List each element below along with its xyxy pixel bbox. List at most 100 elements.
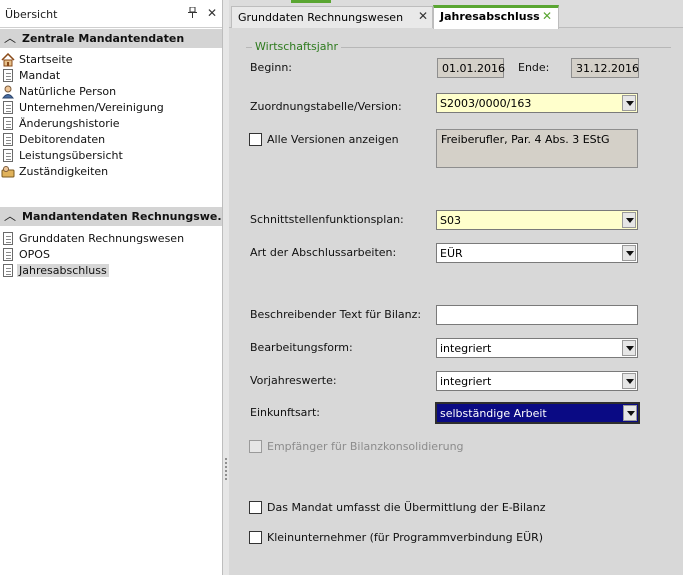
jahresabschluss-form: Wirtschaftsjahr Beginn: 01.01.2016 Ende:…	[229, 29, 683, 575]
overview-pane: Übersicht ✕ ︿ Zentrale Mandantendaten St…	[0, 0, 230, 575]
responsibility-icon	[1, 165, 15, 179]
beginn-field: 01.01.2016	[437, 58, 505, 78]
sidebar-item-label: Grunddaten Rechnungswesen	[19, 232, 185, 245]
chevron-down-icon[interactable]	[622, 95, 636, 111]
group-title-wirtschaftsjahr: Wirtschaftsjahr	[252, 40, 342, 53]
pane-header: Übersicht ✕	[0, 0, 222, 28]
alle-versionen-checkbox[interactable]	[249, 133, 262, 146]
zuordnung-select[interactable]: S2003/0000/163	[436, 93, 638, 113]
main-content: Grunddaten Rechnungswesen ✕ Jahresabschl…	[229, 0, 683, 575]
version-description-box: Freiberufler, Par. 4 Abs. 3 EStG	[436, 129, 638, 168]
sidebar-item-label: Jahresabschluss	[17, 264, 109, 277]
beginn-label: Beginn:	[250, 61, 293, 74]
art-value: EÜR	[440, 247, 463, 260]
sidebar-item-debitorendaten[interactable]: Debitorendaten	[0, 132, 222, 148]
schnittstellen-select[interactable]: S03	[436, 210, 638, 230]
close-icon[interactable]: ✕	[207, 6, 217, 20]
schnittstellen-label: Schnittstellenfunktionsplan:	[250, 213, 404, 226]
beschreibender-label: Beschreibender Text für Bilanz:	[250, 308, 422, 321]
sidebar-item-startseite[interactable]: Startseite	[0, 52, 222, 68]
collapse-chevron-icon[interactable]: ︿	[4, 208, 16, 224]
ebilanz-checkbox[interactable]	[249, 501, 262, 514]
einkunftsart-value: selbständige Arbeit	[440, 407, 547, 420]
tab-strip: Grunddaten Rechnungswesen ✕ Jahresabschl…	[229, 0, 683, 29]
chevron-down-icon[interactable]	[622, 373, 636, 389]
section-title: Zentrale Mandantendaten	[22, 32, 185, 45]
section-zentrale-mandantendaten[interactable]: ︿ Zentrale Mandantendaten	[0, 29, 222, 48]
zuordnung-label: Zuordnungstabelle/Version:	[250, 100, 402, 113]
sidebar-item-label: Natürliche Person	[19, 85, 117, 98]
collapse-chevron-icon[interactable]: ︿	[4, 30, 16, 46]
vorjahreswerte-value: integriert	[440, 375, 492, 388]
sidebar-item-label: OPOS	[19, 248, 50, 261]
sidebar-item-zustaendigkeiten[interactable]: Zuständigkeiten	[0, 164, 222, 180]
debtor-document-icon	[1, 133, 15, 147]
einkunftsart-label: Einkunftsart:	[250, 406, 320, 419]
ende-label: Ende:	[518, 61, 550, 74]
nav-list-zentrale: Startseite Mandat Natürliche Person Unte…	[0, 52, 222, 180]
vorjahreswerte-label: Vorjahreswerte:	[250, 374, 337, 387]
tab-close-icon[interactable]: ✕	[418, 9, 428, 23]
sidebar-item-opos[interactable]: OPOS	[0, 247, 222, 263]
bearbeitungsform-select[interactable]: integriert	[436, 338, 638, 358]
alle-versionen-label[interactable]: Alle Versionen anzeigen	[267, 133, 399, 146]
beschreibender-text-input[interactable]	[436, 305, 638, 325]
chevron-down-icon[interactable]	[623, 405, 637, 421]
sidebar-item-label: Änderungshistorie	[19, 117, 120, 130]
section-title: Mandantendaten Rechnungswe...	[22, 210, 230, 223]
sidebar-item-mandat[interactable]: Mandat	[0, 68, 222, 84]
bearbeitungsform-label: Bearbeitungsform:	[250, 341, 353, 354]
sidebar-item-aenderungshistorie[interactable]: Änderungshistorie	[0, 116, 222, 132]
version-description: Freiberufler, Par. 4 Abs. 3 EStG	[441, 133, 610, 146]
person-icon	[1, 85, 15, 99]
schnittstellen-value: S03	[440, 214, 461, 227]
sidebar-item-grunddaten[interactable]: Grunddaten Rechnungswesen	[0, 231, 222, 247]
einkunftsart-select[interactable]: selbständige Arbeit	[435, 402, 640, 424]
art-select[interactable]: EÜR	[436, 243, 638, 263]
active-indicator	[291, 0, 331, 3]
chevron-down-icon[interactable]	[622, 245, 636, 261]
sidebar-item-label: Debitorendaten	[19, 133, 106, 146]
company-document-icon	[1, 101, 15, 115]
tab-jahresabschluss[interactable]: Jahresabschluss ✕	[433, 5, 559, 29]
sidebar-item-unternehmen[interactable]: Unternehmen/Vereinigung	[0, 100, 222, 116]
mandate-document-icon	[1, 69, 15, 83]
tab-label: Jahresabschluss	[440, 10, 540, 23]
chevron-down-icon[interactable]	[622, 212, 636, 228]
kleinunternehmer-checkbox[interactable]	[249, 531, 262, 544]
ebilanz-label[interactable]: Das Mandat umfasst die Übermittlung der …	[267, 501, 546, 514]
house-icon	[1, 52, 15, 67]
sidebar-item-label: Unternehmen/Vereinigung	[19, 101, 164, 114]
sidebar-item-label: Zuständigkeiten	[19, 165, 109, 178]
splitter-grip[interactable]	[225, 458, 227, 480]
tab-close-icon[interactable]: ✕	[542, 9, 552, 23]
pane-splitter[interactable]	[222, 0, 229, 575]
ende-value: 31.12.2016	[576, 62, 639, 75]
ende-field: 31.12.2016	[571, 58, 639, 78]
services-document-icon	[1, 149, 15, 163]
sidebar-item-label: Startseite	[19, 53, 73, 66]
tab-grunddaten-rechnungswesen[interactable]: Grunddaten Rechnungswesen ✕	[231, 6, 433, 28]
zuordnung-value: S2003/0000/163	[440, 97, 532, 110]
sidebar-item-natuerliche-person[interactable]: Natürliche Person	[0, 84, 222, 100]
art-label: Art der Abschlussarbeiten:	[250, 246, 397, 259]
document-icon	[1, 232, 15, 246]
sidebar-item-jahresabschluss[interactable]: Jahresabschluss	[0, 263, 222, 279]
pin-icon[interactable]	[188, 6, 197, 22]
bearbeitungsform-value: integriert	[440, 342, 492, 355]
history-document-icon	[1, 117, 15, 131]
vorjahreswerte-select[interactable]: integriert	[436, 371, 638, 391]
sidebar-item-leistungsuebersicht[interactable]: Leistungsübersicht	[0, 148, 222, 164]
kleinunternehmer-label[interactable]: Kleinunternehmer (für Programmverbindung…	[267, 531, 543, 544]
section-mandantendaten-rechnungswesen[interactable]: ︿ Mandantendaten Rechnungswe...	[0, 207, 230, 226]
document-icon	[1, 248, 15, 262]
empfaenger-checkbox[interactable]	[249, 440, 262, 453]
nav-list-rechnungswesen: Grunddaten Rechnungswesen OPOS Jahresabs…	[0, 231, 222, 279]
tab-label: Grunddaten Rechnungswesen	[238, 11, 404, 24]
sidebar-item-label: Leistungsübersicht	[19, 149, 123, 162]
chevron-down-icon[interactable]	[622, 340, 636, 356]
pane-title: Übersicht	[5, 8, 58, 21]
document-icon	[1, 264, 15, 278]
sidebar-item-label: Mandat	[19, 69, 61, 82]
empfaenger-label: Empfänger für Bilanzkonsolidierung	[267, 440, 464, 453]
